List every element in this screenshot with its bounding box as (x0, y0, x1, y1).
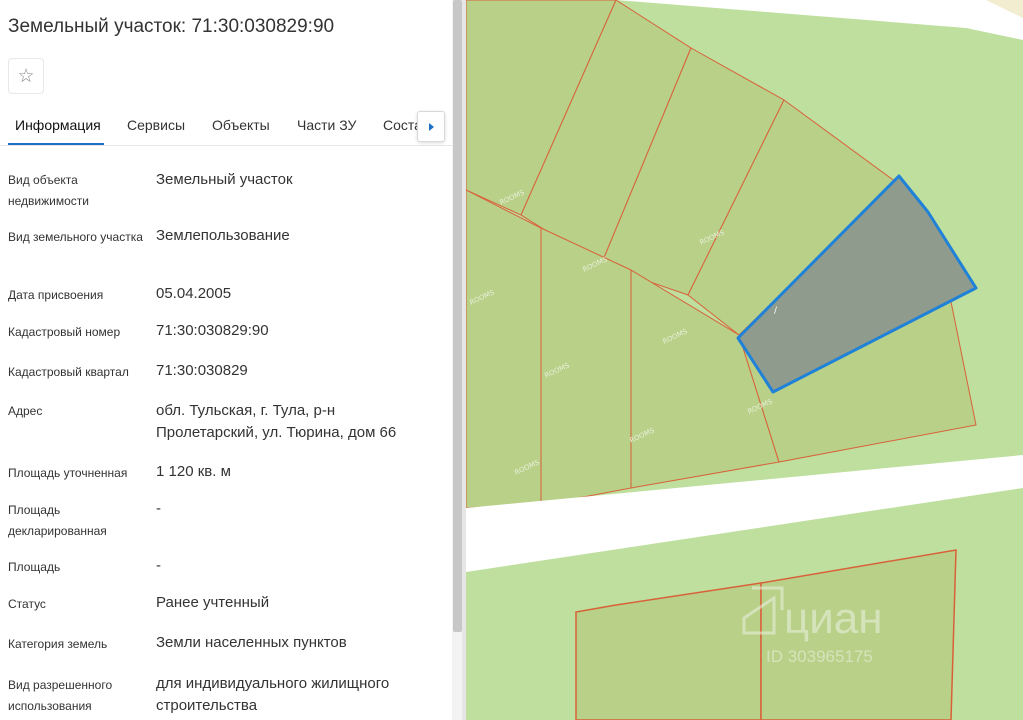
map-canvas[interactable]: / ROOMS ROOMS ROOMS ROOMS ROOMS ROOMS RO… (466, 0, 1023, 720)
prop-value: для индивидуального жилищного строительс… (156, 675, 390, 714)
tab-services[interactable]: Сервисы (127, 117, 185, 133)
panel-scrollbar-thumb[interactable] (453, 0, 462, 632)
prop-label: Площадь уточненная (8, 466, 128, 480)
prop-value: Земельный участок (156, 171, 293, 188)
prop-label: Кадастровый номер (8, 325, 121, 339)
prop-value: 71:30:030829 (156, 362, 248, 379)
prop-value: 05.04.2005 (156, 285, 232, 302)
prop-label: Статус (8, 597, 46, 611)
prop-value: 1 120 кв. м (156, 463, 231, 480)
prop-label: Кадастровый квартал (8, 365, 129, 379)
prop-label: Категория земель (8, 637, 108, 651)
prop-label: Площадь (8, 560, 61, 574)
prop-value: - (156, 500, 161, 517)
tab-parts[interactable]: Части ЗУ (297, 117, 356, 133)
prop-label: Адрес (8, 404, 43, 418)
cian-brand: циан (784, 594, 883, 643)
tab-objects[interactable]: Объекты (212, 117, 270, 133)
prop-value: Земли населенных пунктов (156, 634, 347, 651)
tabs-scroll-right-button[interactable] (417, 111, 445, 142)
prop-label: Вид объекта недвижимости (8, 173, 89, 208)
page-title: Земельный участок: 71:30:030829:90 (8, 16, 335, 37)
status-value: Ранее учтенный (156, 594, 270, 611)
prop-label: Площадь декларированная (8, 503, 107, 538)
prop-label: Вид земельного участка (8, 230, 143, 244)
cian-listing-id: ID 303965175 (766, 647, 873, 666)
prop-value: Землепользование (156, 227, 290, 244)
tab-bar: Информация Сервисы Объекты Части ЗУ Сост… (0, 108, 452, 146)
prop-value: - (156, 557, 161, 574)
address-value: обл. Тульская, г. Тула, р-н Пролетарский… (156, 402, 397, 441)
chevron-right-icon (429, 122, 434, 131)
star-icon: ☆ (17, 65, 35, 87)
tab-info[interactable]: Информация (15, 117, 101, 133)
cadastral-map[interactable]: / ROOMS ROOMS ROOMS ROOMS ROOMS ROOMS RO… (466, 0, 1023, 720)
info-panel: Земельный участок: 71:30:030829:90 ☆ Инф… (0, 0, 452, 720)
prop-label: Дата присвоения (8, 288, 104, 302)
favorite-button[interactable]: ☆ (8, 58, 44, 94)
prop-value: 71:30:030829:90 (156, 322, 269, 339)
prop-label: Вид разрешенного использования (8, 678, 113, 713)
active-tab-indicator (8, 143, 104, 145)
parcel[interactable] (466, 189, 542, 509)
